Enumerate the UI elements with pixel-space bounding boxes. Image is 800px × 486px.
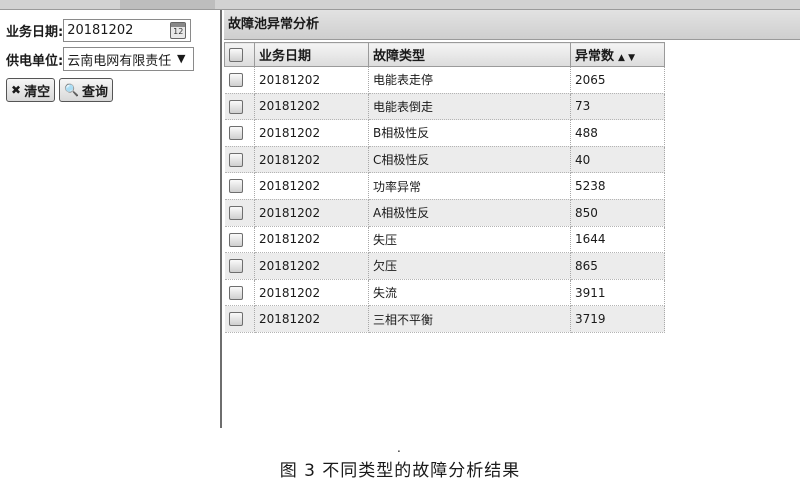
unit-value: 云南电网有限责任	[67, 53, 172, 69]
cell-fault-type: 失压	[368, 226, 571, 254]
unit-select[interactable]: 云南电网有限责任 ▼	[63, 47, 195, 71]
table-row[interactable]: 20181202 功率异常 5238	[224, 172, 665, 200]
chevron-down-icon[interactable]: ▼	[171, 50, 192, 68]
clear-button-label: 清空	[24, 84, 51, 100]
cell-count: 1644	[570, 226, 665, 254]
cell-count: 3911	[570, 279, 665, 307]
table-row[interactable]: 20181202 C相极性反 40	[224, 146, 665, 174]
fault-table: 业务日期 故障类型 异常数 ▲ ▼ 20181202 电能表走停 2065 201812…	[224, 42, 665, 333]
cell-fault-type: A相极性反	[368, 199, 571, 227]
row-checkbox-cell[interactable]	[224, 66, 255, 94]
cell-date: 20181202	[254, 66, 369, 94]
table-row[interactable]: 20181202 B相极性反 488	[224, 119, 665, 147]
row-checkbox-cell[interactable]	[224, 146, 255, 174]
column-header-date[interactable]: 业务日期	[254, 42, 369, 67]
unit-row: 供电单位: 云南电网有限责任 ▼	[6, 47, 195, 71]
table-row[interactable]: 20181202 欠压 865	[224, 252, 665, 280]
result-panel: 故障池异常分析 业务日期 故障类型 异常数 ▲ ▼ 20181202 电能表走停 20…	[224, 10, 800, 428]
figure-caption: 图 3 不同类型的故障分析结果	[279, 461, 521, 481]
row-checkbox[interactable]	[228, 206, 243, 221]
date-value: 20181202	[67, 23, 134, 38]
row-checkbox[interactable]	[228, 152, 243, 167]
cell-fault-type: 电能表走停	[368, 66, 571, 94]
cell-fault-type: C相极性反	[368, 146, 571, 174]
cell-fault-type: B相极性反	[368, 119, 571, 147]
cell-date: 20181202	[254, 305, 369, 333]
cell-fault-type: 失流	[368, 279, 571, 307]
row-checkbox-cell[interactable]	[224, 226, 255, 254]
caption-dot: .	[397, 441, 401, 455]
cell-date: 20181202	[254, 226, 369, 254]
column-header-count[interactable]: 异常数 ▲ ▼	[570, 42, 665, 67]
cell-date: 20181202	[254, 93, 369, 121]
cell-count: 73	[570, 93, 665, 121]
row-checkbox-cell[interactable]	[224, 119, 255, 147]
sort-icon[interactable]: ▲ ▼	[618, 53, 635, 63]
row-checkbox[interactable]	[228, 126, 243, 141]
panel-title: 故障池异常分析	[224, 10, 800, 40]
cell-date: 20181202	[254, 172, 369, 200]
column-header-count-label: 异常数	[575, 49, 615, 64]
table-row[interactable]: 20181202 失流 3911	[224, 279, 665, 307]
row-checkbox[interactable]	[228, 232, 243, 247]
button-row: ✖ 清空 🔍 查询	[6, 78, 117, 102]
row-checkbox-cell[interactable]	[224, 199, 255, 227]
cell-date: 20181202	[254, 146, 369, 174]
cell-count: 488	[570, 119, 665, 147]
row-checkbox[interactable]	[228, 179, 243, 194]
query-button-label: 查询	[82, 84, 109, 100]
unit-label: 供电单位:	[6, 53, 64, 69]
close-icon: ✖	[11, 83, 22, 97]
calendar-icon[interactable]: 12	[170, 22, 187, 39]
cell-fault-type: 功率异常	[368, 172, 571, 200]
cell-fault-type: 电能表倒走	[368, 93, 571, 121]
row-checkbox-cell[interactable]	[224, 93, 255, 121]
row-checkbox[interactable]	[228, 312, 243, 327]
column-header-type[interactable]: 故障类型	[368, 42, 571, 67]
cell-count: 2065	[570, 66, 665, 94]
date-row: 业务日期: 20181202 12	[6, 19, 192, 42]
date-field[interactable]: 20181202 12	[63, 19, 192, 42]
table-row[interactable]: 20181202 失压 1644	[224, 226, 665, 254]
row-checkbox[interactable]	[228, 99, 243, 114]
cell-fault-type: 三相不平衡	[368, 305, 571, 333]
cell-count: 865	[570, 252, 665, 280]
table-row[interactable]: 20181202 电能表倒走 73	[224, 93, 665, 121]
table-row[interactable]: 20181202 电能表走停 2065	[224, 66, 665, 94]
row-checkbox-cell[interactable]	[224, 279, 255, 307]
top-toolbar	[0, 0, 800, 10]
clear-button[interactable]: ✖ 清空	[6, 78, 56, 102]
row-checkbox[interactable]	[228, 285, 243, 300]
select-all-checkbox-cell[interactable]	[224, 42, 255, 67]
cell-date: 20181202	[254, 119, 369, 147]
row-checkbox[interactable]	[228, 73, 243, 88]
cell-count: 40	[570, 146, 665, 174]
date-label: 业务日期:	[6, 25, 64, 40]
table-header-row: 业务日期 故障类型 异常数 ▲ ▼	[224, 42, 665, 67]
query-button[interactable]: 🔍 查询	[59, 78, 114, 102]
table-row[interactable]: 20181202 A相极性反 850	[224, 199, 665, 227]
row-checkbox-cell[interactable]	[224, 252, 255, 280]
cell-fault-type: 欠压	[368, 252, 571, 280]
select-all-checkbox[interactable]	[229, 47, 243, 62]
row-checkbox[interactable]	[228, 259, 243, 274]
cell-date: 20181202	[254, 279, 369, 307]
row-checkbox-cell[interactable]	[224, 305, 255, 333]
cell-count: 5238	[570, 172, 665, 200]
cell-date: 20181202	[254, 252, 369, 280]
search-icon: 🔍	[64, 83, 80, 97]
query-panel: 业务日期: 20181202 12 供电单位: 云南电网有限责任 ▼ ✖ 清空 …	[0, 10, 222, 428]
row-checkbox-cell[interactable]	[224, 172, 255, 200]
cell-date: 20181202	[254, 199, 369, 227]
table-row[interactable]: 20181202 三相不平衡 3719	[224, 305, 665, 333]
tab-strip	[120, 0, 215, 9]
cell-count: 3719	[570, 305, 665, 333]
cell-count: 850	[570, 199, 665, 227]
